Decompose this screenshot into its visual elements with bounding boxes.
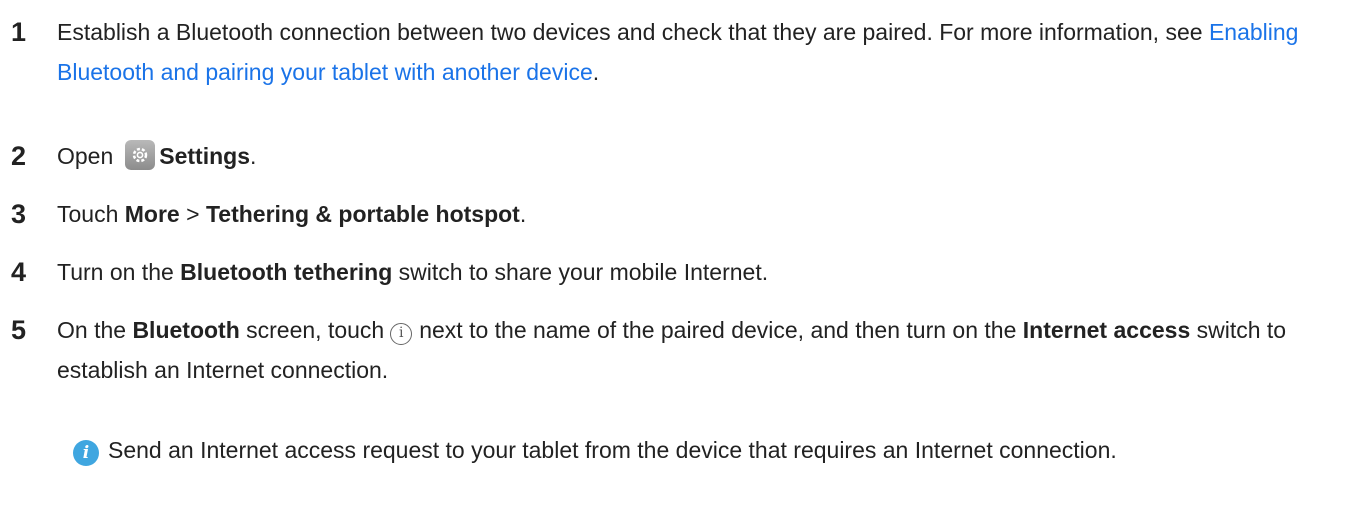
step-text-part: Establish a Bluetooth connection between… (57, 19, 1209, 45)
step-text-part: Touch (57, 201, 125, 227)
info-note-icon: i (73, 440, 99, 466)
bluetooth-label: Bluetooth (132, 317, 240, 343)
step-number: 3 (11, 199, 27, 229)
step-text: Turn on the Bluetooth tethering switch t… (57, 252, 1347, 292)
step-text-part: On the (57, 317, 133, 343)
step-text-part: Open (57, 143, 114, 169)
note-text: Send an Internet access request to your … (108, 437, 1117, 463)
more-label: More (124, 201, 180, 227)
step-text: On the Bluetooth screen, touch i next to t… (57, 310, 1347, 390)
step-text-part: . (250, 143, 257, 169)
step-number: 4 (11, 257, 27, 287)
internet-access-label: Internet access (1022, 317, 1191, 343)
settings-gear-icon (125, 140, 156, 170)
step-number: 2 (11, 141, 27, 171)
step-text-part: screen, touch (239, 317, 385, 343)
step-text: Open Settings. (57, 136, 1347, 176)
step-text-part: next to the name of the paired device, a… (419, 317, 1023, 343)
settings-label: Settings (159, 143, 250, 169)
bluetooth-tethering-label: Bluetooth tethering (180, 259, 393, 285)
step-text: Touch More > Tethering & portable hotspo… (57, 194, 1347, 234)
step-text-part: switch to share your mobile Internet. (392, 259, 769, 285)
step-text: Establish a Bluetooth connection between… (57, 12, 1347, 92)
step-text-part: . (519, 201, 527, 227)
separator: > (179, 201, 206, 227)
step-text-part: . (592, 59, 600, 85)
step-number: 1 (11, 17, 27, 47)
step-number: 5 (11, 315, 27, 345)
info-circle-icon: i (390, 323, 413, 345)
step-text-part: Turn on the (57, 259, 181, 285)
tethering-label: Tethering & portable hotspot (205, 201, 520, 227)
